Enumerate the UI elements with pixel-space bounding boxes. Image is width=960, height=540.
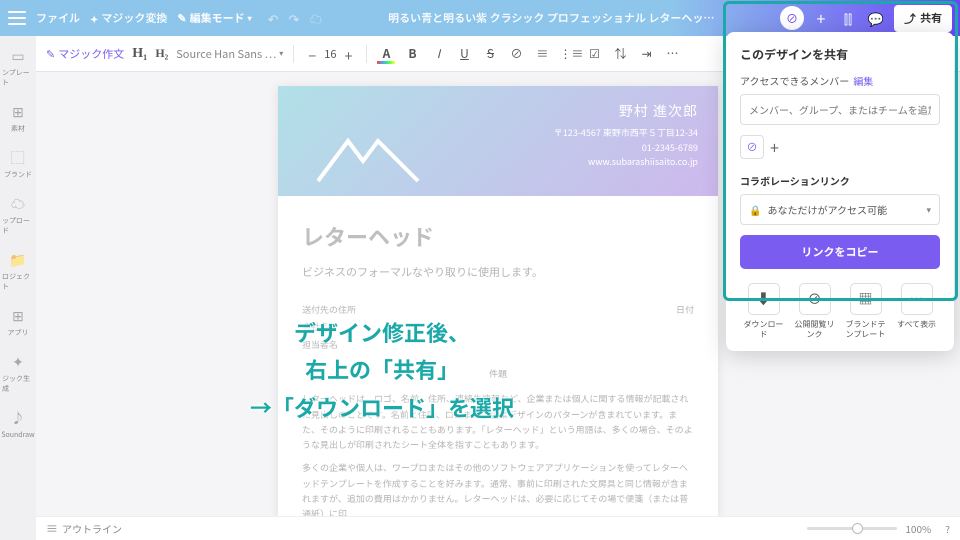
- music-icon: ♪: [11, 408, 25, 428]
- link-button[interactable]: ⊘: [507, 45, 525, 62]
- more-icon[interactable]: ⋯: [663, 45, 681, 62]
- analytics-icon[interactable]: ⫿⫿: [838, 8, 858, 28]
- heading2-button[interactable]: H₂: [155, 46, 168, 61]
- sender-phone: 01-2345-6789: [554, 141, 698, 155]
- edit-mode-dropdown[interactable]: 編集モード: [177, 10, 251, 26]
- size-plus-button[interactable]: +: [340, 46, 356, 62]
- font-size-value[interactable]: 16: [324, 46, 336, 62]
- italic-button[interactable]: I: [429, 45, 447, 62]
- font-selector[interactable]: Source Han Sans …: [176, 46, 283, 62]
- separator: [366, 45, 367, 63]
- projects-icon: 📁: [9, 250, 26, 270]
- separator: [293, 45, 294, 63]
- bold-button[interactable]: B: [403, 45, 421, 62]
- template-icon: ▭: [11, 46, 24, 66]
- elements-icon: ⊞: [12, 102, 24, 122]
- top-bar: ファイル マジック変換 編集モード ↶ ↷ ☁ 明るい青と明るい紫 クラシック …: [0, 0, 960, 36]
- font-size-stepper: − 16 +: [304, 46, 356, 62]
- brand-template-action[interactable]: ▦ブランドテンプレート: [842, 283, 889, 341]
- share-panel: このデザインを共有 アクセスできるメンバー編集 ⊘ + コラボレーションリンク …: [726, 32, 954, 351]
- sender-info: 野村 進次郎 〒123-4567 東野市西平５丁目12-34 01-2345-6…: [554, 100, 698, 182]
- more-icon: ⋯: [901, 283, 933, 315]
- apps-icon: ⊞: [12, 306, 24, 326]
- add-icon[interactable]: +: [812, 9, 830, 27]
- brand-template-icon: ▦: [850, 283, 882, 315]
- strikethrough-button[interactable]: S: [481, 45, 499, 62]
- link-icon[interactable]: ⊘: [780, 6, 804, 30]
- sender-name: 野村 進次郎: [554, 100, 698, 122]
- sidebar-item-apps[interactable]: ⊞アプリ: [2, 302, 34, 342]
- sidebar-item-templates[interactable]: ▭ンプレート: [2, 42, 34, 92]
- help-icon[interactable]: ?: [945, 521, 950, 536]
- checklist-button[interactable]: ☑: [585, 45, 603, 62]
- cloud-sync-icon[interactable]: ☁: [309, 9, 322, 28]
- magic-icon: ✦: [12, 352, 24, 372]
- download-action[interactable]: ⬇ダウンロード: [740, 283, 787, 341]
- brand-icon: ⬚: [11, 148, 25, 168]
- share-button[interactable]: 共有: [894, 5, 952, 32]
- sidebar-item-projects[interactable]: 📁ロジェクト: [2, 246, 34, 296]
- sidebar-item-brand[interactable]: ⬚ブランド: [2, 144, 34, 184]
- sidebar-item-magic[interactable]: ✦ジック生成: [2, 348, 34, 398]
- file-menu[interactable]: ファイル: [36, 10, 80, 26]
- share-actions-row: ⬇ダウンロード ⊘公開閲覧リンク ▦ブランドテンプレート ⋯すべて表示: [740, 283, 940, 341]
- link-chip-icon[interactable]: ⊘: [740, 135, 764, 159]
- redo-icon[interactable]: ↷: [289, 9, 300, 28]
- date-label: 日付: [676, 302, 694, 317]
- access-level-dropdown[interactable]: あなただけがアクセス可能: [740, 194, 940, 225]
- zoom-value[interactable]: 100%: [905, 521, 931, 536]
- hamburger-icon[interactable]: [8, 11, 26, 25]
- align-button[interactable]: ≡: [533, 45, 551, 62]
- sidebar-item-upload[interactable]: ☁ップロード: [2, 190, 34, 240]
- zoom-slider[interactable]: [807, 527, 897, 530]
- magic-swap-button[interactable]: マジック変換: [90, 10, 167, 26]
- doc-heading[interactable]: レターヘッド: [302, 218, 694, 255]
- size-minus-button[interactable]: −: [304, 46, 320, 62]
- outline-button[interactable]: アウトライン: [46, 520, 122, 537]
- sender-address: 〒123-4567 東野市西平５丁目12-34: [554, 126, 698, 140]
- collab-link-label: コラボレーションリンク: [740, 173, 940, 188]
- list-button[interactable]: ⋮≡: [559, 45, 577, 62]
- undo-icon[interactable]: ↶: [268, 9, 279, 28]
- sidebar-item-elements[interactable]: ⊞素材: [2, 98, 34, 138]
- doc-subheading[interactable]: ビジネスのフォーマルなやり取りに使用します。: [302, 263, 694, 282]
- upload-icon: ☁: [11, 194, 25, 214]
- show-all-action[interactable]: ⋯すべて表示: [893, 283, 940, 341]
- members-label: アクセスできるメンバー編集: [740, 73, 940, 88]
- zoom-thumb-icon[interactable]: [852, 523, 863, 534]
- download-icon: ⬇: [748, 283, 780, 315]
- copy-link-button[interactable]: リンクをコピー: [740, 235, 940, 269]
- add-members-input[interactable]: [740, 94, 940, 125]
- public-link-icon: ⊘: [799, 283, 831, 315]
- mountain-logo-icon: [308, 126, 428, 186]
- edit-members-link[interactable]: 編集: [853, 73, 873, 88]
- magic-write-button[interactable]: マジック作文: [46, 46, 124, 62]
- body-paragraph[interactable]: 多くの企業や個人は、ワープロまたはその他のソフトウェアアプリケーションを使ってレ…: [302, 460, 694, 516]
- document-page[interactable]: 野村 進次郎 〒123-4567 東野市西平５丁目12-34 01-2345-6…: [278, 86, 718, 516]
- underline-button[interactable]: U: [455, 45, 473, 62]
- tutorial-overlay-text: デザイン修正後、 右上の「共有」 →「ダウンロード」を選択: [250, 314, 514, 426]
- left-sidebar: ▭ンプレート ⊞素材 ⬚ブランド ☁ップロード 📁ロジェクト ⊞アプリ ✦ジック…: [0, 36, 36, 540]
- indent-button[interactable]: ⇥: [637, 45, 655, 62]
- sender-website: www.subarashiisaito.co.jp: [554, 155, 698, 169]
- bottom-bar: アウトライン 100% ?: [36, 516, 960, 540]
- spacing-button[interactable]: ⇅: [611, 45, 629, 62]
- public-link-action[interactable]: ⊘公開閲覧リンク: [791, 283, 838, 341]
- heading1-button[interactable]: H₁: [132, 46, 147, 62]
- add-link-icon[interactable]: +: [770, 135, 779, 159]
- sidebar-item-soundraw[interactable]: ♪Soundraw: [2, 404, 34, 444]
- history-controls: ↶ ↷ ☁: [268, 9, 323, 28]
- text-color-button[interactable]: A: [377, 45, 395, 62]
- document-title[interactable]: 明るい青と明るい紫 クラシック プロフェッショナル レターヘッ…: [332, 10, 770, 26]
- letterhead-header: 野村 進次郎 〒123-4567 東野市西平５丁目12-34 01-2345-6…: [278, 86, 718, 196]
- share-panel-title: このデザインを共有: [740, 46, 940, 63]
- comment-icon[interactable]: 💬: [866, 8, 886, 28]
